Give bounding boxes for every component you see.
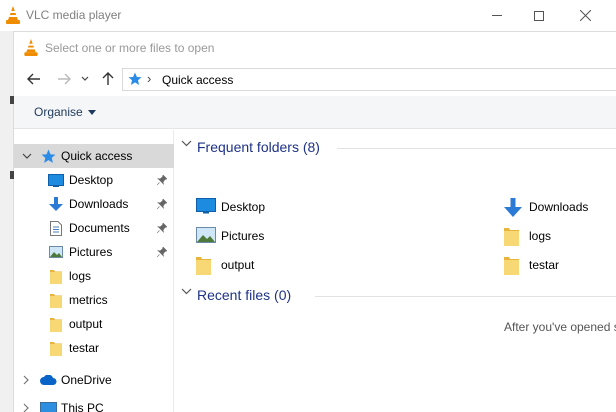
documents-icon	[50, 220, 62, 236]
nav-label: output	[69, 317, 103, 331]
download-icon	[504, 198, 522, 217]
forward-button[interactable]	[54, 69, 74, 89]
window-title: VLC media player	[26, 8, 122, 22]
folder-icon	[50, 317, 62, 332]
organise-label: Organise	[34, 105, 83, 119]
pictures-icon	[49, 246, 63, 258]
nav-item-pictures[interactable]: Pictures	[14, 240, 174, 264]
nav-label: This PC	[61, 401, 104, 412]
star-icon	[128, 72, 142, 85]
folder-icon	[504, 257, 519, 275]
close-button[interactable]	[562, 0, 608, 31]
folder-tile-desktop[interactable]: Desktop	[196, 196, 396, 220]
folder-tile-pictures[interactable]: Pictures	[196, 225, 396, 249]
nav-item-onedrive[interactable]: OneDrive	[14, 368, 174, 392]
pin-icon	[157, 175, 167, 185]
back-button[interactable]	[24, 69, 44, 89]
recent-files-heading: Recent files (0)	[197, 287, 292, 303]
nav-item-this-pc[interactable]: This PC	[14, 396, 174, 412]
pin-icon	[157, 247, 167, 257]
tile-label: Pictures	[221, 229, 265, 243]
folder-icon	[50, 341, 62, 356]
nav-label: metrics	[69, 293, 108, 307]
folder-tile-downloads[interactable]: Downloads	[504, 196, 614, 220]
nav-item-output[interactable]: output	[14, 312, 174, 336]
open-file-dialog: Select one or more files to open › Quick…	[14, 31, 616, 412]
nav-item-desktop[interactable]: Desktop	[14, 168, 174, 192]
folder-icon	[196, 257, 211, 275]
nav-item-downloads[interactable]: Downloads	[14, 192, 174, 216]
back-arrow-icon	[27, 73, 40, 85]
up-button[interactable]	[98, 69, 118, 89]
vlc-cone-icon	[24, 39, 38, 56]
nav-label: testar	[69, 341, 100, 355]
folder-icon	[504, 228, 519, 246]
vlc-main-window-edge	[0, 31, 14, 412]
tile-label: logs	[529, 229, 552, 243]
vlc-titlebar: VLC media player	[0, 0, 616, 31]
nav-label: OneDrive	[61, 373, 112, 387]
nav-item-testar[interactable]: testar	[14, 336, 174, 360]
vlc-cone-icon	[6, 6, 20, 24]
chevron-down-icon	[81, 76, 89, 81]
tile-label: testar	[529, 258, 560, 272]
organise-button[interactable]: Organise	[34, 105, 96, 119]
minimize-icon	[492, 15, 502, 16]
up-arrow-icon	[102, 72, 114, 85]
download-icon	[49, 196, 63, 211]
pin-icon	[157, 199, 167, 209]
folder-tile-logs[interactable]: logs	[504, 225, 614, 249]
address-bar[interactable]: › Quick access	[122, 68, 616, 91]
navigation-bar: › Quick access	[14, 63, 616, 95]
chevron-down-icon	[181, 140, 192, 147]
dialog-titlebar: Select one or more files to open	[14, 32, 616, 62]
maximize-button[interactable]	[516, 0, 562, 31]
nav-label: logs	[69, 269, 92, 283]
nav-item-documents[interactable]: Documents	[14, 216, 174, 240]
frequent-folders-heading: Frequent folders (8)	[197, 139, 320, 155]
folder-tile-output[interactable]: output	[196, 254, 396, 278]
chevron-down-icon	[181, 288, 192, 295]
nav-label: Documents	[69, 221, 130, 235]
chevron-right-icon	[23, 403, 29, 412]
star-icon	[41, 149, 56, 163]
nav-item-logs[interactable]: logs	[14, 264, 174, 288]
caret-down-icon	[87, 109, 96, 115]
recent-locations-button[interactable]	[78, 69, 92, 89]
close-icon	[579, 10, 591, 21]
content-pane: Frequent folders (8) Desktop Downloads P…	[175, 130, 616, 412]
section-divider	[315, 296, 616, 297]
maximize-icon	[534, 10, 544, 21]
recent-files-empty-message: After you've opened s	[504, 320, 616, 334]
navigation-pane: Quick access Desktop Downloads Documents…	[14, 130, 174, 412]
dialog-title: Select one or more files to open	[45, 41, 215, 55]
nav-label: Desktop	[69, 173, 114, 187]
section-divider	[337, 148, 616, 149]
nav-item-quick-access[interactable]: Quick access	[14, 144, 174, 168]
computer-icon	[40, 401, 57, 412]
minimize-button[interactable]	[474, 0, 520, 31]
chevron-right-icon	[23, 375, 29, 385]
nav-label: Quick access	[61, 149, 133, 163]
tile-label: Desktop	[221, 200, 266, 214]
pin-icon	[157, 223, 167, 233]
pictures-icon	[196, 227, 216, 243]
nav-label: Pictures	[69, 245, 113, 259]
tile-label: output	[221, 258, 255, 272]
breadcrumb-quick-access[interactable]: Quick access	[162, 73, 233, 87]
desktop-icon	[196, 198, 216, 214]
tile-label: Downloads	[529, 200, 589, 214]
breadcrumb-separator-icon: ›	[147, 71, 152, 86]
nav-label: Downloads	[69, 197, 129, 211]
forward-arrow-icon	[58, 73, 71, 85]
command-bar: Organise	[14, 96, 616, 129]
cloud-icon	[40, 375, 57, 385]
chevron-down-icon	[22, 153, 32, 159]
folder-icon	[50, 293, 62, 308]
folder-icon	[50, 269, 62, 284]
nav-item-metrics[interactable]: metrics	[14, 288, 174, 312]
folder-tile-testar[interactable]: testar	[504, 254, 614, 278]
desktop-icon	[48, 173, 64, 187]
